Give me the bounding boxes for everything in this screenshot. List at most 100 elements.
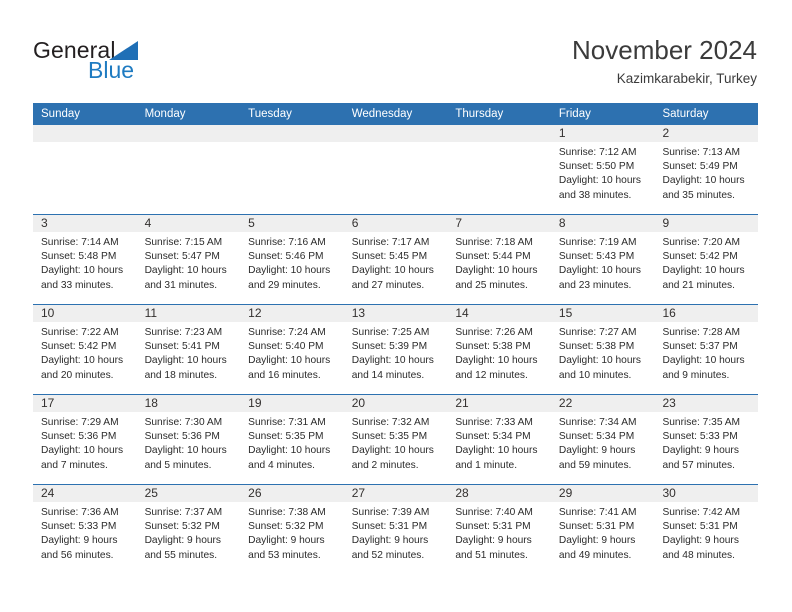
day-info: Sunrise: 7:32 AM Sunset: 5:35 PM Daylight:… [344, 413, 448, 473]
day-number-strip: 28 [447, 485, 551, 503]
sunset-text: Sunset: 5:37 PM [662, 341, 738, 353]
day-number-strip: 10 [33, 305, 137, 323]
day-info: Sunrise: 7:36 AM Sunset: 5:33 PM Daylight:… [33, 503, 137, 563]
day-cell[interactable]: 22 Sunrise: 7:34 AM Sunset: 5:34 PM Dayligh… [550, 395, 655, 484]
calendar-week-row: 3 Sunrise: 7:14 AM Sunset: 5:48 PM Daylight… [33, 215, 759, 305]
sunrise-text: Sunrise: 7:19 AM [558, 237, 637, 248]
day-cell[interactable]: 12 Sunrise: 7:24 AM Sunset: 5:40 PM Dayligh… [240, 305, 344, 394]
day-info: Sunrise: 7:17 AM Sunset: 5:45 PM Daylight:… [344, 233, 448, 293]
day-cell[interactable]: 30 Sunrise: 7:42 AM Sunset: 5:31 PM Dayligh… [654, 485, 759, 575]
day-number-strip: 18 [136, 395, 241, 413]
daylight-text: Daylight: 10 hours and 35 minutes. [662, 175, 745, 201]
day-cell[interactable]: 29 Sunrise: 7:41 AM Sunset: 5:31 PM Dayligh… [550, 485, 655, 575]
day-info: Sunrise: 7:23 AM Sunset: 5:41 PM Daylight:… [137, 323, 241, 383]
sunrise-text: Sunrise: 7:13 AM [662, 147, 741, 158]
sunset-text: Sunset: 5:31 PM [455, 521, 531, 533]
calendar-page: General Blue November 2024 Kazimkarabeki… [0, 0, 792, 612]
day-number: 12 [248, 306, 262, 320]
day-number-strip: 14 [447, 305, 551, 323]
day-info: Sunrise: 7:12 AM Sunset: 5:50 PM Daylight:… [551, 143, 655, 203]
sunrise-text: Sunrise: 7:17 AM [351, 237, 430, 248]
day-info: Sunrise: 7:40 AM Sunset: 5:31 PM Daylight:… [447, 503, 551, 563]
day-number-strip: 8 [550, 215, 655, 233]
sunset-text: Sunset: 5:48 PM [41, 251, 117, 263]
sunset-text: Sunset: 5:47 PM [144, 251, 220, 263]
day-cell[interactable]: 14 Sunrise: 7:26 AM Sunset: 5:38 PM Dayligh… [447, 305, 551, 394]
daylight-text: Daylight: 9 hours and 48 minutes. [662, 535, 739, 561]
day-cell[interactable]: 3 Sunrise: 7:14 AM Sunset: 5:48 PM Daylight… [33, 215, 137, 304]
day-info: Sunrise: 7:18 AM Sunset: 5:44 PM Daylight:… [447, 233, 551, 293]
day-cell[interactable]: 8 Sunrise: 7:19 AM Sunset: 5:43 PM Daylight… [550, 215, 655, 304]
day-number-strip: 5 [240, 215, 344, 233]
day-cell[interactable]: 18 Sunrise: 7:30 AM Sunset: 5:36 PM Dayligh… [136, 395, 241, 484]
day-cell[interactable]: 17 Sunrise: 7:29 AM Sunset: 5:36 PM Dayligh… [33, 395, 137, 484]
day-cell[interactable]: 28 Sunrise: 7:40 AM Sunset: 5:31 PM Dayligh… [447, 485, 551, 575]
day-cell[interactable]: 10 Sunrise: 7:22 AM Sunset: 5:42 PM Dayligh… [33, 305, 137, 394]
page-title: November 2024 [572, 35, 757, 65]
day-cell[interactable]: 13 Sunrise: 7:25 AM Sunset: 5:39 PM Dayligh… [343, 305, 448, 394]
brand-logo[interactable]: General Blue [33, 38, 213, 86]
day-info: Sunrise: 7:37 AM Sunset: 5:32 PM Daylight:… [137, 503, 241, 563]
sunrise-text: Sunrise: 7:20 AM [662, 237, 741, 248]
weekday-header-wednesday: Wednesday [351, 108, 413, 120]
day-cell[interactable]: 19 Sunrise: 7:31 AM Sunset: 5:35 PM Dayligh… [240, 395, 344, 484]
day-cell[interactable]: 4 Sunrise: 7:15 AM Sunset: 5:47 PM Daylight… [136, 215, 241, 304]
day-cell[interactable]: 9 Sunrise: 7:20 AM Sunset: 5:42 PM Daylight… [654, 215, 759, 304]
day-number: 17 [41, 396, 55, 410]
sunrise-text: Sunrise: 7:38 AM [248, 507, 326, 518]
sunset-text: Sunset: 5:32 PM [144, 521, 220, 533]
daylight-text: Daylight: 10 hours and 25 minutes. [455, 265, 538, 291]
daylight-text: Daylight: 10 hours and 4 minutes. [248, 445, 331, 471]
day-number-strip: 15 [550, 305, 655, 323]
sunrise-text: Sunrise: 7:22 AM [41, 327, 119, 338]
daylight-text: Daylight: 10 hours and 23 minutes. [558, 265, 642, 291]
weekday-header-tuesday: Tuesday [248, 108, 292, 120]
day-number: 8 [558, 216, 566, 230]
day-cell[interactable]: 2 Sunrise: 7:13 AM Sunset: 5:49 PM Daylight… [654, 125, 759, 214]
sunset-text: Sunset: 5:34 PM [455, 431, 531, 443]
day-info: Sunrise: 7:27 AM Sunset: 5:38 PM Daylight:… [551, 323, 655, 383]
day-cell[interactable]: 25 Sunrise: 7:37 AM Sunset: 5:32 PM Dayligh… [136, 485, 241, 575]
day-info: Sunrise: 7:16 AM Sunset: 5:46 PM Daylight:… [240, 233, 344, 293]
day-info: Sunrise: 7:31 AM Sunset: 5:35 PM Daylight:… [240, 413, 344, 473]
daylight-text: Daylight: 9 hours and 49 minutes. [558, 535, 636, 561]
day-number: 26 [248, 486, 262, 500]
day-number: 13 [351, 306, 366, 320]
day-info: Sunrise: 7:13 AM Sunset: 5:49 PM Daylight:… [654, 143, 758, 203]
day-cell[interactable]: 16 Sunrise: 7:28 AM Sunset: 5:37 PM Dayligh… [654, 305, 759, 394]
day-number: 1 [558, 126, 566, 140]
day-cell[interactable]: 21 Sunrise: 7:33 AM Sunset: 5:34 PM Dayligh… [447, 395, 551, 484]
day-cell[interactable]: 27 Sunrise: 7:39 AM Sunset: 5:31 PM Dayligh… [343, 485, 448, 575]
day-cell[interactable]: 23 Sunrise: 7:35 AM Sunset: 5:33 PM Dayligh… [654, 395, 759, 484]
day-number: 27 [351, 486, 366, 500]
day-cell[interactable]: 11 Sunrise: 7:23 AM Sunset: 5:41 PM Dayligh… [136, 305, 241, 394]
day-number: 29 [558, 486, 573, 500]
page-subtitle: Kazimkarabekir, Turkey [616, 71, 757, 86]
day-number: 6 [351, 216, 359, 230]
weekday-header-row: Sunday Monday Tuesday Wednesday Thursday Frid… [33, 103, 758, 125]
page-header: General Blue November 2024 Kazimkarabeki… [0, 0, 792, 100]
sunrise-text: Sunrise: 7:24 AM [248, 327, 326, 338]
weekday-header-thursday: Thursday [455, 108, 504, 120]
day-number: 5 [248, 216, 255, 230]
day-cell[interactable]: 1 Sunrise: 7:12 AM Sunset: 5:50 PM Daylight… [550, 125, 655, 214]
day-cell[interactable]: 5 Sunrise: 7:16 AM Sunset: 5:46 PM Daylight… [240, 215, 344, 304]
day-info: Sunrise: 7:24 AM Sunset: 5:40 PM Daylight:… [240, 323, 344, 383]
daylight-text: Daylight: 10 hours and 5 minutes. [144, 445, 227, 471]
sunrise-text: Sunrise: 7:33 AM [455, 417, 533, 428]
day-cell[interactable]: 24 Sunrise: 7:36 AM Sunset: 5:33 PM Dayligh… [33, 485, 137, 575]
sunrise-text: Sunrise: 7:31 AM [248, 417, 326, 428]
day-number-strip [447, 125, 551, 143]
brand-name-blue: Blue [88, 57, 135, 83]
title-block: November 2024 Kazimkarabekir, Turkey [572, 34, 757, 89]
day-cell[interactable]: 26 Sunrise: 7:38 AM Sunset: 5:32 PM Dayligh… [240, 485, 344, 575]
day-cell[interactable]: 6 Sunrise: 7:17 AM Sunset: 5:45 PM Daylight… [343, 215, 448, 304]
calendar-body: 1 Sunrise: 7:12 AM Sunset: 5:50 PM Daylight… [33, 125, 759, 575]
daylight-text: Daylight: 10 hours and 12 minutes. [455, 355, 538, 381]
day-cell-empty [240, 125, 344, 214]
day-info: Sunrise: 7:22 AM Sunset: 5:42 PM Daylight:… [33, 323, 137, 383]
day-cell[interactable]: 15 Sunrise: 7:27 AM Sunset: 5:38 PM Dayligh… [550, 305, 655, 394]
day-cell[interactable]: 20 Sunrise: 7:32 AM Sunset: 5:35 PM Dayligh… [343, 395, 448, 484]
sunrise-text: Sunrise: 7:23 AM [144, 327, 223, 338]
day-cell[interactable]: 7 Sunrise: 7:18 AM Sunset: 5:44 PM Daylight… [447, 215, 551, 304]
